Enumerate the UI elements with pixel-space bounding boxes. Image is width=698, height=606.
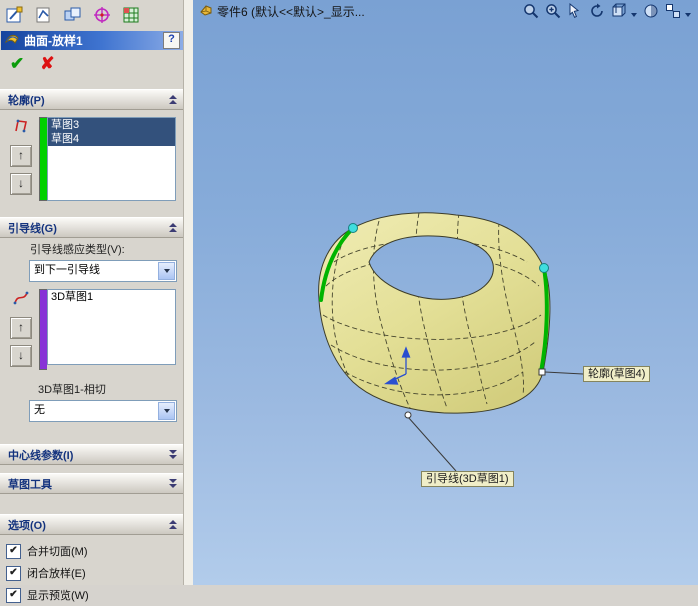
profiles-selection-bar (39, 117, 47, 201)
chevron-up-icon (169, 222, 177, 233)
loft-surface[interactable] (318, 212, 551, 414)
checkbox-box[interactable]: ✔ (6, 565, 21, 581)
sketch-toolbar (0, 0, 184, 30)
profile-icon (12, 117, 30, 135)
section-header-sketch-tools[interactable]: 草图工具 (0, 473, 184, 494)
guide-curves-group: ↑ ↓ 3D草图1 (0, 286, 184, 378)
chevron-down-icon[interactable] (158, 402, 175, 420)
move-profile-up-button[interactable]: ↑ (10, 145, 32, 167)
checkbox-box[interactable]: ✔ (6, 543, 21, 559)
guide-tangency-label: 3D草图1-相切 (38, 384, 106, 396)
guide-attach-point (404, 411, 412, 419)
page-title: 曲面-放样1 (24, 34, 83, 48)
callout-profile[interactable]: 轮廓(草图4) (583, 366, 651, 382)
guide-callout-leader (407, 416, 457, 472)
callout-guide[interactable]: 引导线(3D草图1) (421, 471, 514, 487)
guides-selection-bar (39, 289, 47, 370)
profile-callout-leader (544, 371, 584, 375)
cancel-button[interactable]: ✘ (40, 54, 54, 74)
graphics-viewport[interactable]: 零件6 (默认<<默认>_显示... 轮廓(草图4) 引导线(3D草图1) (193, 0, 698, 585)
chevron-up-icon (169, 519, 177, 530)
chevron-down-icon (169, 449, 177, 460)
section-header-profiles[interactable]: 轮廓(P) (0, 89, 184, 110)
checkbox-show-preview[interactable]: ✔ 显示预览(W) (6, 584, 178, 606)
ok-button[interactable]: ✔ (10, 54, 24, 74)
guide-curve-icon (12, 289, 30, 307)
move-guide-down-button[interactable]: ↓ (10, 345, 32, 367)
chevron-down-icon[interactable] (158, 262, 175, 280)
point-icon[interactable] (90, 3, 114, 27)
profile-attach-point (538, 368, 546, 376)
guide-influence-combobox[interactable]: 到下一引导线 (29, 260, 177, 282)
list-item-profile[interactable]: 草图4 (48, 132, 175, 146)
profiles-group: ↑ ↓ 草图3 草图4 (0, 110, 184, 209)
move-profile-down-button[interactable]: ↓ (10, 173, 32, 195)
property-manager-titlebar: 曲面-放样1 ? (1, 31, 183, 50)
section-header-centerline[interactable]: 中心线参数(I) (0, 444, 184, 465)
guides-listbox[interactable]: 3D草图1 (47, 289, 176, 365)
chevron-down-icon (169, 478, 177, 489)
section-header-guide-curves[interactable]: 引导线(G) (0, 217, 184, 238)
list-item-profile[interactable]: 草图3 (48, 118, 175, 132)
checkbox-box[interactable]: ✔ (6, 587, 21, 603)
loft-preview-canvas[interactable] (193, 0, 698, 585)
guide-tangency-combobox[interactable]: 无 (29, 400, 177, 422)
sketch-settings-icon[interactable] (61, 3, 85, 27)
vertex-handle[interactable] (348, 223, 358, 233)
checkbox-merge-tangent-faces[interactable]: ✔ 合并切面(M) (6, 540, 178, 562)
options-group: ✔ 合并切面(M) ✔ 闭合放样(E) ✔ 显示预览(W) (0, 535, 184, 606)
sketch-icon[interactable] (3, 3, 27, 27)
3d-sketch-icon[interactable] (32, 3, 56, 27)
grid-settings-icon[interactable] (119, 3, 143, 27)
move-guide-up-button[interactable]: ↑ (10, 317, 32, 339)
panel-scrollbar[interactable] (183, 0, 193, 585)
profiles-listbox[interactable]: 草图3 草图4 (47, 117, 176, 201)
loft-surface-icon (4, 30, 20, 51)
guide-influence-label: 引导线感应类型(V): (30, 244, 125, 256)
checkbox-close-loft[interactable]: ✔ 闭合放样(E) (6, 562, 178, 584)
vertex-handle[interactable] (539, 263, 549, 273)
chevron-up-icon (169, 94, 177, 105)
property-manager-panel: 曲面-放样1 ? ✔ ✘ 轮廓(P) ↑ ↓ 草图3 草图4 引导线(G) 引导… (0, 0, 193, 603)
list-item-guide[interactable]: 3D草图1 (48, 290, 175, 304)
section-header-options[interactable]: 选项(O) (0, 514, 184, 535)
help-button[interactable]: ? (163, 32, 180, 49)
